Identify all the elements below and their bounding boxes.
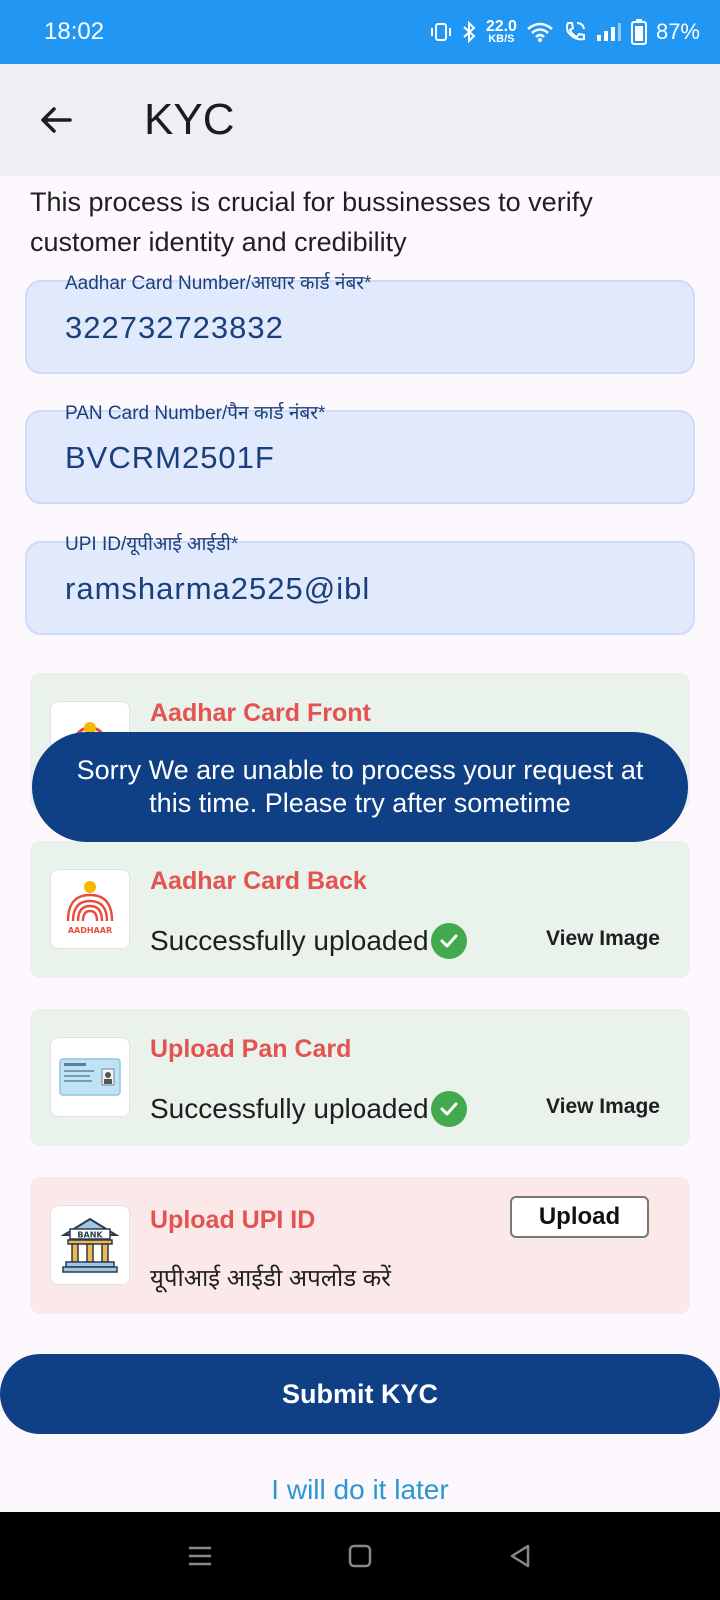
menu-icon[interactable] [186, 1542, 214, 1570]
pan-number-field[interactable]: PAN Card Number/पैन कार्ड नंबर* BVCRM250… [25, 403, 695, 504]
svg-text:AADHAAR: AADHAAR [68, 926, 112, 935]
net-speed: 22.0 KB/S [485, 17, 517, 45]
vibrate-icon [430, 23, 451, 41]
status-bar: 18:02 22.0 KB/S 87% [0, 0, 720, 64]
upload-status: Successfully uploaded [150, 923, 467, 959]
bluetooth-icon [463, 20, 476, 44]
pan-card-icon [50, 1037, 130, 1117]
battery-level: 87% [655, 19, 700, 44]
field-label: UPI ID/यूपीआई आईडी* [65, 534, 239, 555]
back-triangle-icon[interactable] [506, 1542, 534, 1570]
check-circle-icon [430, 923, 467, 959]
upload-hint: यूपीआई आईडी अपलोड करें [150, 1265, 391, 1292]
back-button[interactable] [26, 90, 86, 150]
field-label: Aadhar Card Number/आधार कार्ड नंबर* [65, 273, 372, 294]
field-value: 322732723832 [65, 310, 284, 345]
upload-status: Successfully uploaded [150, 1091, 467, 1127]
doc-title: Aadhar Card Back [150, 867, 367, 895]
upi-id-field[interactable]: UPI ID/यूपीआई आईडी* ramsharma2525@ibl [25, 534, 695, 635]
svg-text:BANK: BANK [77, 1231, 103, 1240]
field-label: PAN Card Number/पैन कार्ड नंबर* [65, 403, 326, 424]
view-image-link[interactable]: View Image [546, 1095, 660, 1119]
error-toast: Sorry We are unable to process your requ… [32, 732, 688, 842]
battery-icon [630, 19, 647, 45]
home-icon[interactable] [346, 1542, 374, 1570]
field-value: BVCRM2501F [65, 440, 275, 475]
wifi-call-icon [565, 22, 585, 41]
field-value: ramsharma2525@ibl [65, 571, 371, 606]
intro-text: This process is crucial for bussinesses … [30, 187, 593, 257]
doc-title: Upload Pan Card [150, 1035, 352, 1063]
view-image-link[interactable]: View Image [546, 927, 660, 951]
page-title: KYC [144, 95, 235, 144]
doc-card-aadhar-back[interactable]: AADHAAR Aadhar Card Back Successfully up… [30, 841, 690, 978]
aadhaar-logo-icon: AADHAAR [50, 869, 130, 949]
doc-title: Upload UPI ID [150, 1206, 316, 1234]
doc-card-upi[interactable]: BANK Upload UPI ID Upload यूपीआई आईडी अप… [30, 1177, 690, 1314]
app-bar: KYC [0, 64, 720, 176]
status-icons: 22.0 KB/S 87% [430, 17, 700, 45]
submit-kyc-button[interactable]: Submit KYC [0, 1354, 720, 1434]
system-nav-bar [0, 1512, 720, 1600]
signal-icon [596, 23, 621, 41]
do-it-later-link[interactable]: I will do it later [0, 1474, 720, 1506]
doc-card-pan[interactable]: Upload Pan Card Successfully uploaded Vi… [30, 1009, 690, 1146]
aadhar-number-field[interactable]: Aadhar Card Number/आधार कार्ड नंबर* 3227… [25, 273, 695, 374]
bank-icon: BANK [50, 1205, 130, 1285]
wifi-icon [527, 22, 553, 42]
status-time: 18:02 [44, 18, 105, 45]
arrow-left-icon [41, 107, 72, 133]
upload-button[interactable]: Upload [510, 1196, 649, 1238]
doc-title: Aadhar Card Front [150, 699, 371, 727]
check-circle-icon [430, 1091, 467, 1127]
